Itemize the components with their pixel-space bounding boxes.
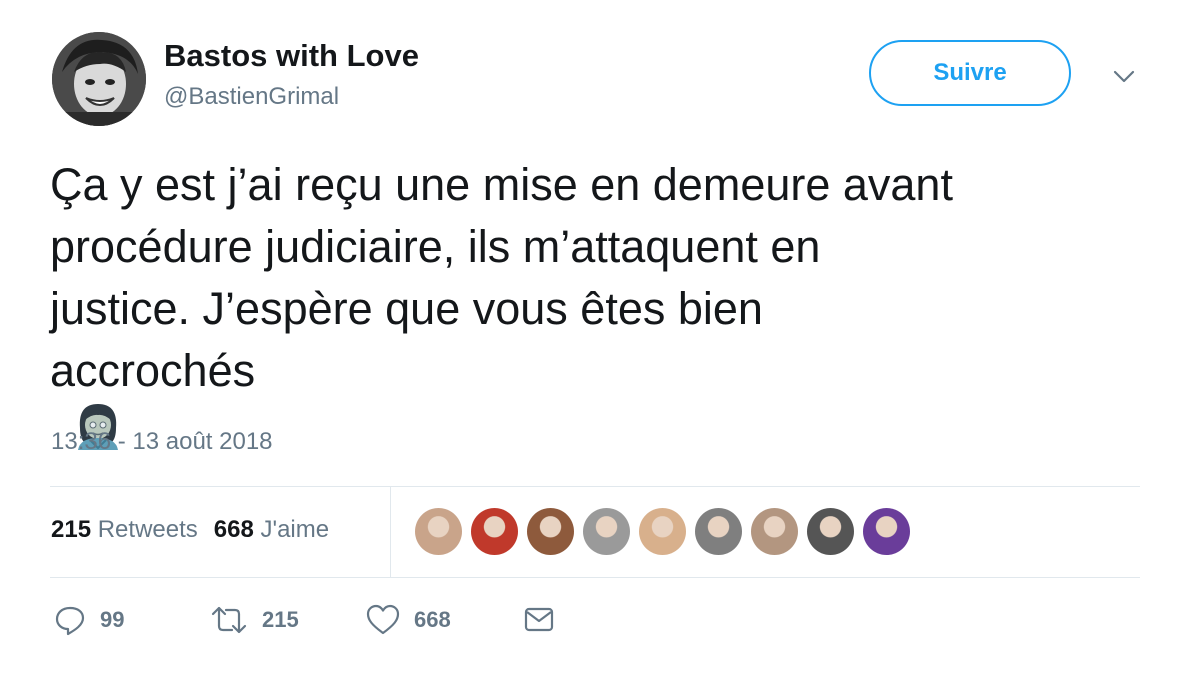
avatar[interactable] — [52, 32, 146, 126]
likes-stat[interactable]: 668 J'aime — [214, 516, 329, 543]
retweet-count: 215 — [262, 607, 299, 632]
retweet-button[interactable]: 215 — [210, 604, 299, 636]
tweet-timestamp[interactable]: 13:36 - 13 août 2018 — [51, 428, 273, 456]
liker-avatar[interactable] — [527, 508, 574, 555]
divider — [50, 577, 1140, 578]
tweet-text: Ça y est j’ai reçu une mise en demeure a… — [50, 154, 1150, 454]
liker-avatar[interactable] — [415, 508, 462, 555]
direct-message-button[interactable] — [524, 604, 554, 634]
user-handle[interactable]: @BastienGrimal — [164, 83, 339, 111]
tweet-actions: 99 215 668 — [0, 604, 1200, 644]
divider — [390, 487, 391, 577]
tweet-line: justice. J’espère que vous êtes bien — [50, 283, 763, 334]
retweet-icon — [211, 606, 247, 634]
like-button[interactable]: 668 — [366, 604, 451, 636]
like-count: 668 — [414, 607, 451, 632]
liker-avatar[interactable] — [807, 508, 854, 555]
display-name[interactable]: Bastos with Love — [164, 38, 419, 74]
divider — [50, 486, 1140, 487]
avatar-image — [52, 32, 146, 126]
retweets-stat[interactable]: 215 Retweets — [51, 516, 198, 543]
engagement-stats: 215 Retweets 668 J'aime — [51, 516, 329, 544]
follow-button[interactable]: Suivre — [869, 40, 1071, 106]
heart-icon — [366, 604, 400, 635]
liker-avatar[interactable] — [471, 508, 518, 555]
liker-avatar[interactable] — [583, 508, 630, 555]
envelope-icon — [524, 607, 554, 632]
reply-button[interactable]: 99 — [54, 604, 124, 636]
tweet-line: Ça y est j’ai reçu une mise en demeure a… — [50, 159, 953, 210]
reply-count: 99 — [100, 607, 125, 632]
likes-label: J'aime — [260, 516, 330, 543]
likes-count: 668 — [213, 516, 254, 543]
retweets-count: 215 — [51, 516, 92, 543]
tweet-line: procédure judiciaire, ils m’attaquent en — [50, 221, 821, 272]
liker-avatars — [415, 508, 919, 555]
retweets-label: Retweets — [97, 516, 198, 543]
liker-avatar[interactable] — [639, 508, 686, 555]
reply-icon — [55, 606, 85, 636]
chevron-down-icon[interactable] — [1110, 62, 1138, 90]
liker-avatar[interactable] — [863, 508, 910, 555]
liker-avatar[interactable] — [751, 508, 798, 555]
liker-avatar[interactable] — [695, 508, 742, 555]
tweet-line: accrochés — [50, 345, 256, 396]
